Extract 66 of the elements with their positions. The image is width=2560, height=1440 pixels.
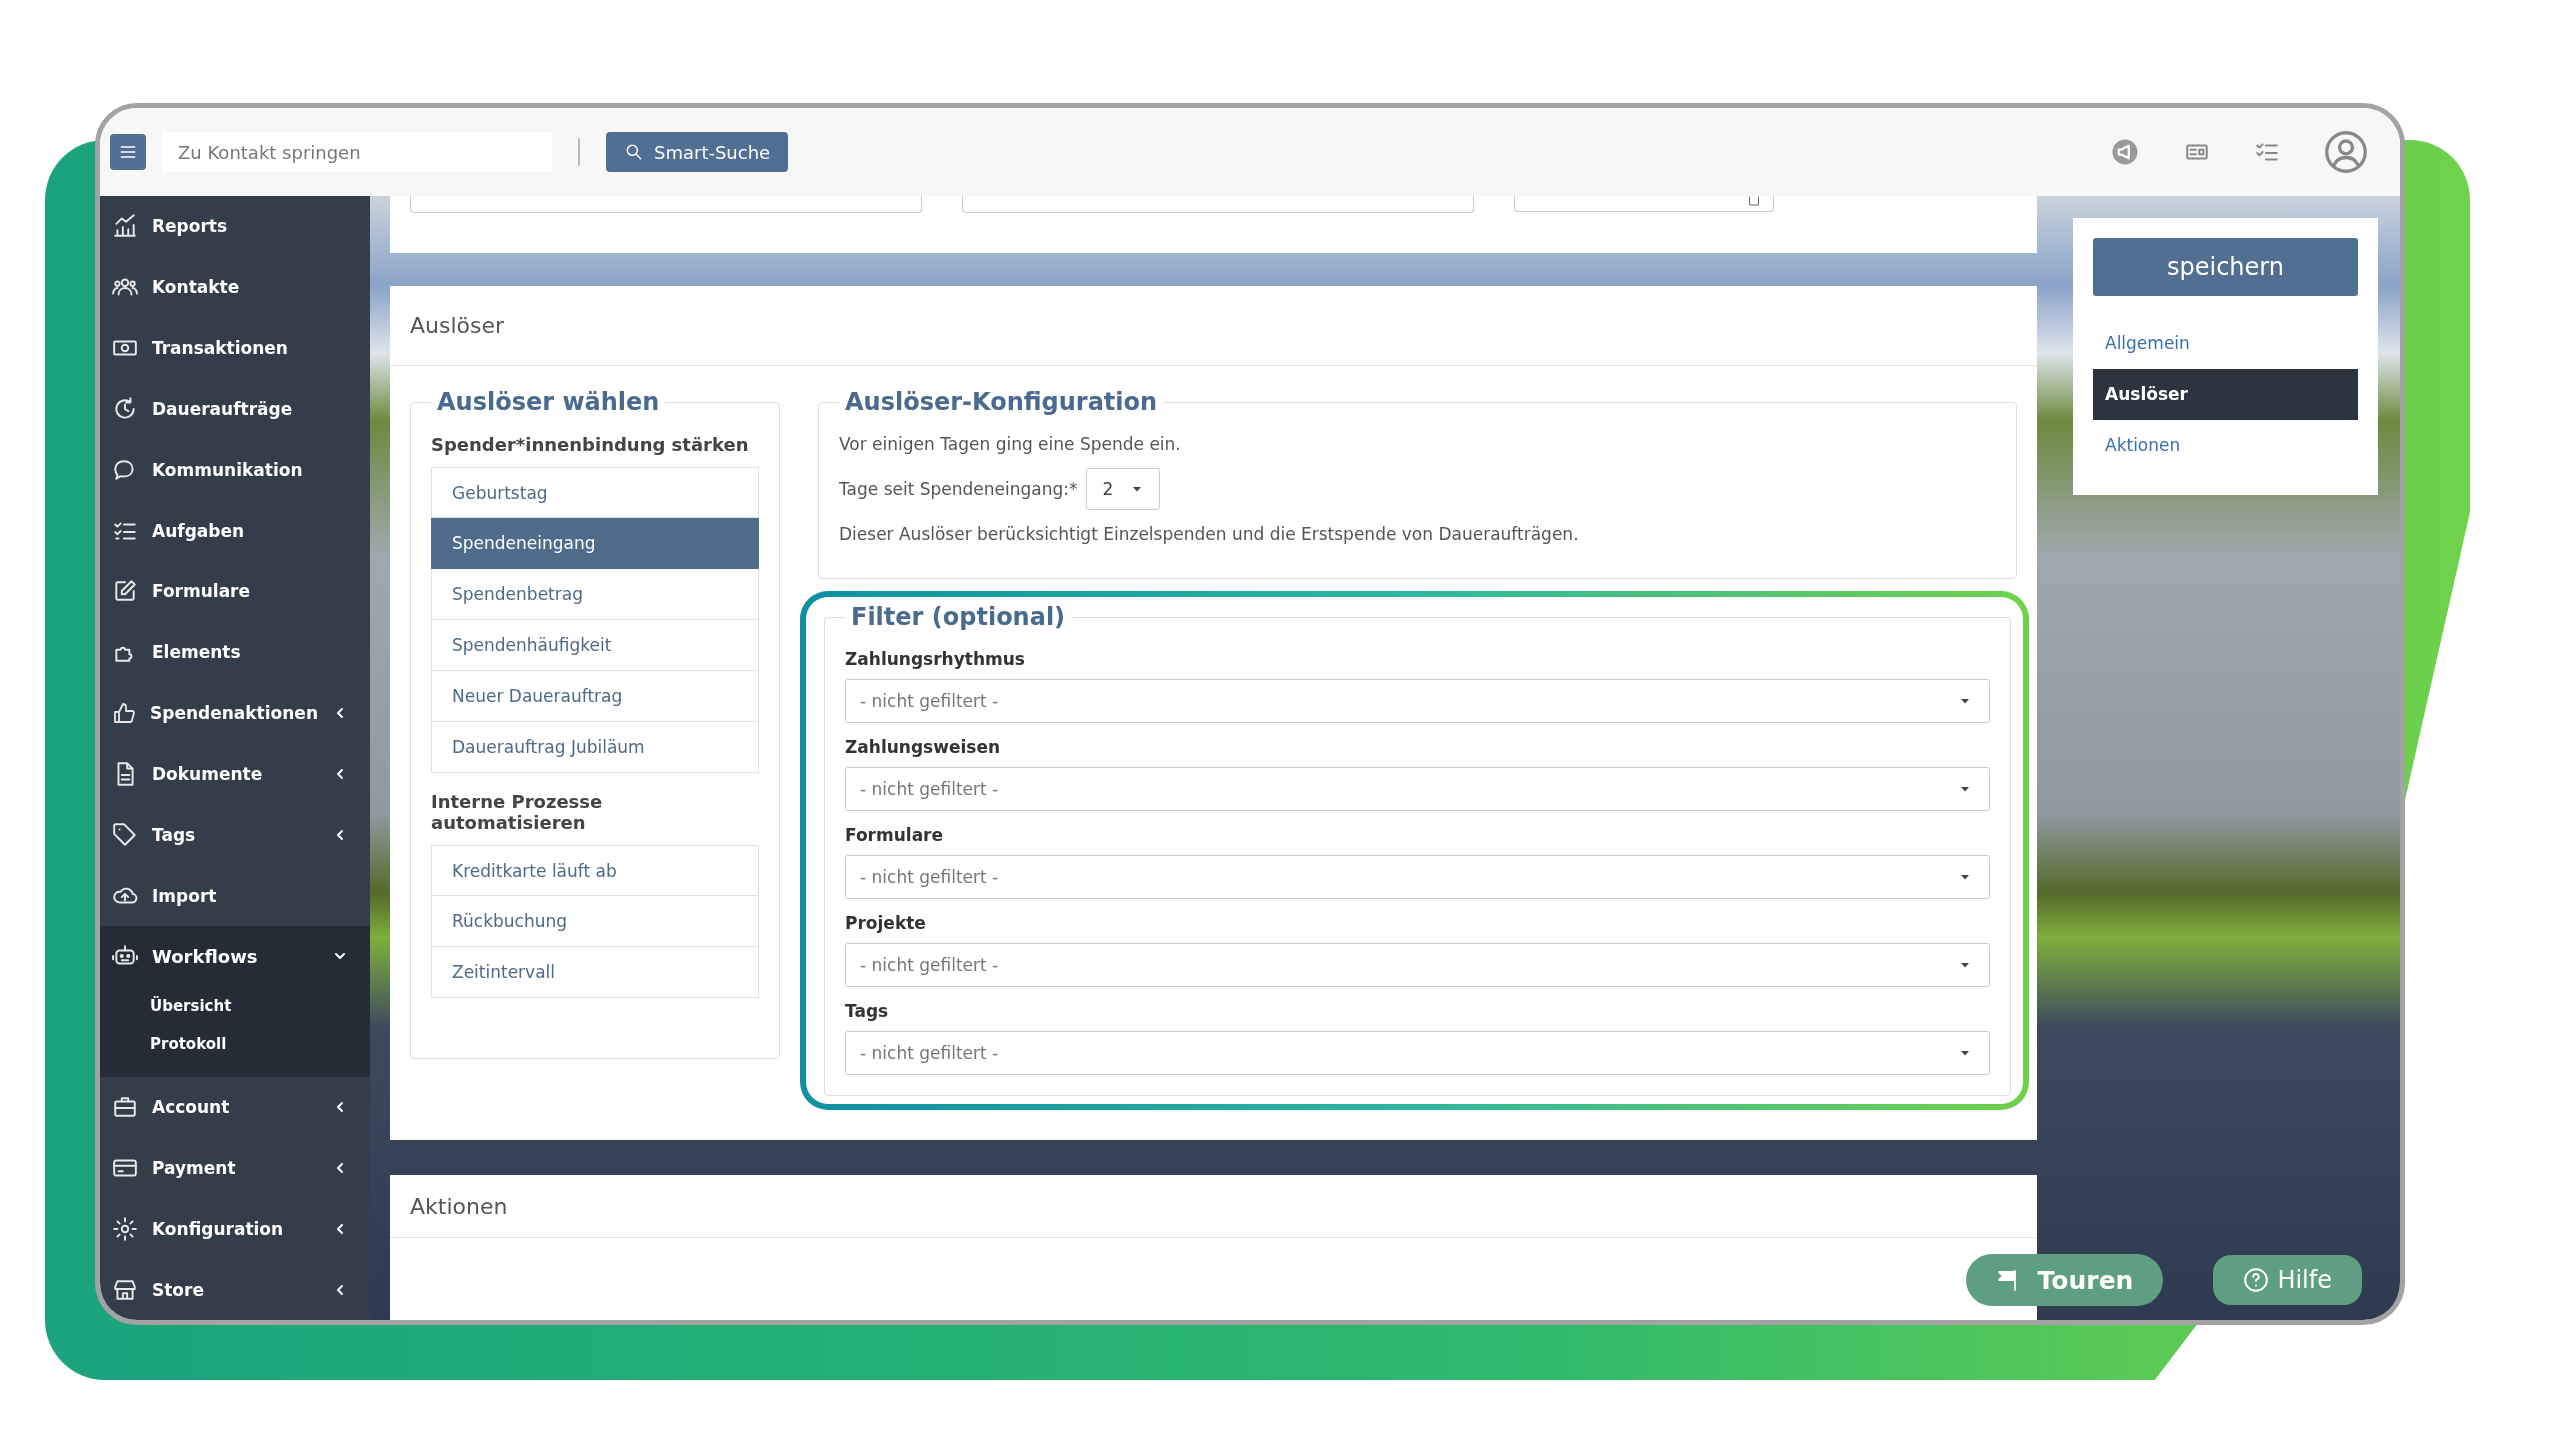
- sidebar-item[interactable]: Kommunikation: [100, 439, 370, 501]
- circular-arrow-icon: [112, 395, 138, 422]
- filter-dropdown[interactable]: - nicht gefiltert -: [845, 767, 1990, 811]
- days-dropdown[interactable]: 2: [1085, 468, 1161, 510]
- note-text: Dieser Auslöser berücksichtigt Einzelspenden und die Erstspende von Daueraufträgen.: [839, 524, 1580, 544]
- sidebar-item[interactable]: Reports: [100, 196, 370, 257]
- search-icon: [624, 142, 644, 162]
- trigger-option[interactable]: Dauerauftrag Jubiläum: [431, 722, 759, 773]
- help-icon: [2243, 1267, 2270, 1293]
- sidebar-item[interactable]: Kontakte: [100, 256, 370, 318]
- date-field[interactable]: [1514, 196, 1774, 212]
- filter-dropdown[interactable]: - nicht gefiltert -: [845, 1031, 1990, 1075]
- sidebar-item[interactable]: Transaktionen: [100, 317, 370, 379]
- sidebar-item[interactable]: Daueraufträge: [100, 378, 370, 440]
- filter-dropdown[interactable]: - nicht gefiltert -: [845, 679, 1990, 723]
- input-field[interactable]: [410, 196, 922, 213]
- group-legend: Auslöser wählen: [431, 388, 666, 416]
- sidebar-item[interactable]: Aufgaben: [100, 500, 370, 561]
- trigger-option[interactable]: Spendenbetrag: [431, 569, 759, 620]
- sidebar-item[interactable]: Elements: [100, 621, 370, 683]
- filter-dropdown[interactable]: - nicht gefiltert -: [845, 943, 1990, 987]
- sidebar-item[interactable]: Formulare: [100, 560, 370, 622]
- sidebar-item[interactable]: Spendenaktionen: [100, 682, 370, 744]
- sidebar-item[interactable]: Payment: [100, 1137, 370, 1199]
- sidebar-item[interactable]: Konfiguration: [100, 1198, 370, 1260]
- chart-icon: [112, 213, 138, 240]
- sidebar-item[interactable]: Workflows: [100, 925, 370, 987]
- trigger-option[interactable]: Geburtstag: [431, 467, 759, 518]
- field-label: Tags: [845, 1001, 890, 1021]
- section-title: Auslöser: [390, 286, 2037, 366]
- save-button[interactable]: speichern: [2093, 238, 2358, 296]
- group-legend: Filter (optional): [845, 603, 1072, 631]
- field-label: Zahlungsrhythmus: [845, 649, 1026, 669]
- group-heading: Interne Prozesse automatisieren: [431, 791, 604, 833]
- section-nav-link[interactable]: Aktionen: [2093, 420, 2358, 471]
- sidebar-item[interactable]: Tags: [100, 804, 370, 866]
- submenu-item[interactable]: Übersicht: [100, 986, 370, 1025]
- input-field[interactable]: [962, 196, 1474, 213]
- submenu-item[interactable]: Protokoll: [100, 1024, 370, 1063]
- trigger-option[interactable]: Kreditkarte läuft ab: [431, 845, 759, 896]
- trigger-option[interactable]: Neuer Dauerauftrag: [431, 671, 759, 722]
- field-label: Formulare: [845, 825, 944, 845]
- trigger-option[interactable]: Spendeneingang: [431, 518, 759, 569]
- section-nav-link[interactable]: Auslöser: [2093, 369, 2358, 420]
- description-text: Vor einigen Tagen ging eine Spende ein.: [839, 434, 1182, 454]
- trigger-option[interactable]: Zeitintervall: [431, 947, 759, 998]
- tag-icon: [112, 821, 138, 848]
- smart-search-button[interactable]: Smart-Suche: [606, 132, 789, 172]
- contact-search-field[interactable]: Zu Kontakt springen: [162, 132, 552, 172]
- field-label: Zahlungsweisen: [845, 737, 1002, 757]
- calendar-icon: [1747, 196, 1761, 208]
- section-nav-link[interactable]: Allgemein: [2093, 318, 2358, 369]
- trigger-option[interactable]: Spendenhäufigkeit: [431, 620, 759, 671]
- section-title: Aktionen: [390, 1175, 2037, 1238]
- sidebar-item[interactable]: Import: [100, 865, 370, 926]
- sidebar-item[interactable]: Dokumente: [100, 743, 370, 805]
- field-label: Projekte: [845, 913, 927, 933]
- sidebar-item[interactable]: Store: [100, 1259, 370, 1320]
- sidebar-item[interactable]: Account: [100, 1076, 370, 1138]
- group-heading: Spender*innenbindung stärken: [431, 434, 750, 455]
- user-avatar-icon: [2324, 130, 2368, 174]
- trigger-option[interactable]: Rückbuchung: [431, 896, 759, 947]
- field-label: Tage seit Spendeneingang:*: [839, 479, 1078, 499]
- group-legend: Auslöser-Konfiguration: [839, 388, 1164, 416]
- filter-dropdown[interactable]: - nicht gefiltert -: [845, 855, 1990, 899]
- menu-button[interactable]: [110, 134, 146, 170]
